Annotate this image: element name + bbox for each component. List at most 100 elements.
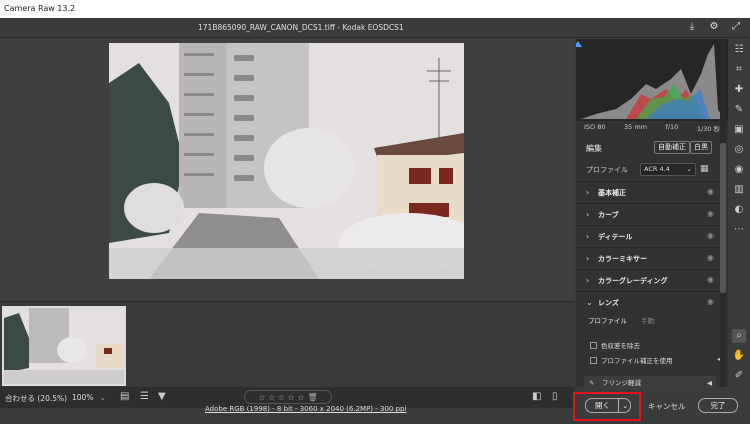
chevron-down-icon: ⌄ [99,393,106,402]
histogram [574,39,728,121]
black-white-button[interactable]: 白黒 [690,141,712,154]
preview-canvas[interactable] [0,39,574,301]
scrollbar-thumb[interactable] [720,143,726,293]
filmstrip [0,301,574,387]
crop-icon[interactable]: ⌗ [732,63,746,77]
document-bar: 171B865090_RAW_CANON_DCS1.tiff - Kodak E… [0,18,750,38]
tab-profile[interactable]: プロファイル [588,317,627,325]
chevron-down-icon: ⌄ [686,165,692,173]
save-icon[interactable]: ⤓ [686,21,698,33]
edit-sliders-icon[interactable]: ☷ [732,43,746,57]
section-basic[interactable]: › 基本補正 ◉ [576,181,722,203]
done-button[interactable]: 完了 [698,398,738,413]
checkbox-box[interactable] [590,342,597,349]
defringe-label: フリンジ軽減 [602,379,641,387]
document-title: 171B865090_RAW_CANON_DCS1.tiff - Kodak E… [198,23,404,32]
red-eye-icon[interactable]: ◉ [732,163,746,177]
window-titlebar: Camera Raw 13.2 [0,0,750,18]
section-color-grading[interactable]: › カラーグレーディング ◉ [576,269,722,291]
zoom-value: 100% [72,393,94,402]
filmstrip-thumbnail[interactable] [2,306,126,386]
checkbox-box[interactable] [590,357,597,364]
profile-row: プロファイル ACR 4.4 ⌄ ▦ [576,161,728,179]
before-after-icon[interactable]: ▯ [552,391,558,402]
chevron-down-icon: ⌄ [586,298,593,307]
eye-icon[interactable]: ◉ [707,187,714,196]
workflow-options-link[interactable]: Adobe RGB (1998) - 8 bit - 3060 x 2040 (… [205,405,406,413]
profile-correction-label: プロファイル補正を使用 [601,357,673,365]
eye-icon[interactable]: ◉ [707,231,714,240]
profile-value: ACR 4.4 [644,165,670,173]
radial-filter-icon[interactable]: ◎ [732,143,746,157]
section-basic-label: 基本補正 [598,189,626,197]
panel-scrollbar[interactable] [720,39,726,387]
color-sampler-icon[interactable]: ✐ [732,369,746,383]
chevron-down-icon[interactable]: ⌄ [618,399,628,412]
auto-button[interactable]: 自動補正 [654,141,690,154]
eye-icon[interactable]: ◉ [707,209,714,218]
presets-icon[interactable]: ◐ [732,203,746,217]
chevron-right-icon: › [586,232,590,241]
window-title: Camera Raw 13.2 [4,4,76,13]
filter-icon[interactable]: ▼ [158,391,166,402]
chevron-right-icon: › [586,254,590,263]
remove-ca-checkbox[interactable]: 色収差を除去 [590,340,640,350]
tab-manual[interactable]: 手動 [641,317,654,325]
profile-label: プロファイル [586,166,628,174]
edit-heading: 編集 [586,144,602,153]
open-button[interactable]: 開く ⌄ [585,398,631,413]
shutter-speed: 1/30 秒 [696,125,720,133]
section-detail[interactable]: › ディテール ◉ [576,225,722,247]
section-lens[interactable]: ⌄ レンズ ◉ [576,291,722,313]
cancel-button[interactable]: キャンセル [648,401,686,412]
brush-icon[interactable]: ✎ [732,103,746,117]
profile-select[interactable]: ACR 4.4 ⌄ [640,163,696,176]
section-color-mixer-label: カラーミキサー [598,255,647,263]
zoom-icon[interactable]: ⌕ [732,329,746,343]
edit-panel: ISO 80 35 mm f/10 1/30 秒 編集 自動補正 白黒 プロファ… [574,39,728,390]
eye-icon[interactable]: ◉ [707,275,714,284]
healing-icon[interactable]: ✚ [732,83,746,97]
sort-icon[interactable]: ☰ [140,391,149,402]
zoom-select[interactable]: 100% ⌄ [72,393,106,402]
lens-tabs: プロファイル 手動 [588,315,666,325]
section-detail-label: ディテール [598,233,633,241]
trash-icon[interactable]: 🗑 [307,393,317,402]
profile-correction-checkbox[interactable]: プロファイル補正を使用◀ [590,355,722,365]
iso-value: ISO 80 [584,123,606,131]
gradient-icon[interactable]: ▣ [732,123,746,137]
eye-icon[interactable]: ◉ [707,253,714,262]
triangle-left-icon[interactable]: ◀ [707,376,712,390]
section-color-mixer[interactable]: › カラーミキサー ◉ [576,247,722,269]
compare-view-icon[interactable]: ◧ [532,391,541,402]
section-curve[interactable]: › カーブ ◉ [576,203,722,225]
chevron-right-icon: › [586,276,590,285]
eye-icon[interactable]: ◉ [707,297,714,306]
section-curve-label: カーブ [598,211,619,219]
edit-header: 編集 自動補正 白黒 [576,139,728,157]
profile-browser-icon[interactable]: ▦ [700,164,709,174]
snapshots-icon[interactable]: ▥ [732,183,746,197]
tool-strip: ☷ ⌗ ✚ ✎ ▣ ◎ ◉ ▥ ◐ ⋯ ⌕ ✋ ✐ [728,39,750,387]
remove-ca-label: 色収差を除去 [601,342,640,350]
star-rating[interactable]: ☆ ☆ ☆ ☆ ☆ 🗑 [244,390,332,404]
hand-icon[interactable]: ✋ [732,349,746,363]
zoom-fit-label[interactable]: 合わせる (20.5%) [5,393,67,404]
rating-stars[interactable]: ☆ ☆ ☆ ☆ ☆ [258,393,304,402]
defringe-section[interactable]: ✎ フリンジ軽減 ◀ [584,376,716,390]
preview-photo [109,43,464,279]
open-button-label: 開く [595,401,610,410]
chevron-right-icon: › [586,210,590,219]
more-icon[interactable]: ⋯ [732,223,746,237]
expand-icon[interactable]: ⤢ [730,21,742,33]
camera-raw-app: 171B865090_RAW_CANON_DCS1.tiff - Kodak E… [0,18,750,424]
chevron-right-icon: › [586,188,590,197]
aperture: f/10 [665,123,679,131]
eyedropper-icon[interactable]: ✎ [589,376,594,390]
filmstrip-view-icon[interactable]: ▤ [120,391,129,402]
gear-icon[interactable]: ⚙ [708,21,720,33]
focal-length: 35 mm [624,123,648,131]
section-color-grading-label: カラーグレーディング [598,277,668,285]
camera-info: ISO 80 35 mm f/10 1/30 秒 [576,121,728,135]
section-lens-label: レンズ [598,299,619,307]
